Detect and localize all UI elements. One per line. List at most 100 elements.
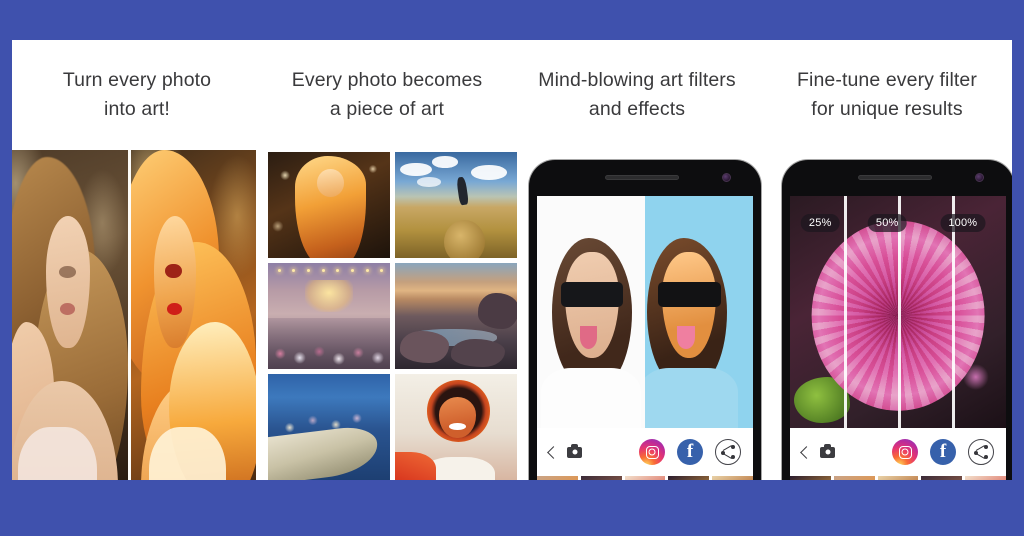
showcase-row: f 25% 50% 100% f <box>12 150 1012 480</box>
filter-thumbnail[interactable] <box>668 476 710 480</box>
phone-screen: f <box>537 196 753 480</box>
string-light <box>321 269 325 273</box>
red-accent <box>395 452 437 480</box>
phone-bezel-top <box>782 160 1012 196</box>
string-light <box>365 269 369 273</box>
filter-thumbnail[interactable] <box>624 476 666 480</box>
share-dot <box>731 445 735 449</box>
front-camera-icon <box>975 173 984 182</box>
string-light <box>336 269 340 273</box>
eye <box>59 266 76 279</box>
caption-3: Mind-blowing art filters and effects <box>538 68 736 120</box>
caption-row: Turn every photo into art! Every photo b… <box>12 40 1012 150</box>
facebook-icon[interactable]: f <box>677 439 703 465</box>
thumbnail-field-jumper <box>395 152 517 258</box>
eye <box>165 263 182 279</box>
filter-thumbnail[interactable] <box>833 476 875 480</box>
before-after-portrait <box>12 150 256 480</box>
filter-thumbnail[interactable] <box>877 476 919 480</box>
face <box>153 216 196 348</box>
facebook-glyph: f <box>686 440 694 462</box>
toolbar-share-group: f <box>639 439 741 465</box>
instagram-glyph <box>898 445 912 459</box>
facebook-glyph: f <box>939 440 947 462</box>
filter-thumbnail[interactable] <box>537 476 578 480</box>
toolbar-left-group <box>800 443 835 459</box>
intensity-badge-100: 100% <box>940 214 986 232</box>
filter-preview-strip[interactable] <box>537 476 753 480</box>
cloud <box>399 162 432 177</box>
filter-thumbnail[interactable] <box>965 476 1006 480</box>
face <box>46 216 90 348</box>
share-icon[interactable] <box>715 439 741 465</box>
instagram-icon[interactable] <box>892 439 918 465</box>
share-dot <box>731 455 735 459</box>
share-dot <box>984 455 988 459</box>
share-dot <box>984 445 988 449</box>
intensity-divider <box>844 196 847 428</box>
string-light <box>277 269 281 273</box>
filter-preview-strip[interactable] <box>790 476 1006 480</box>
phone-toolbar: f <box>790 428 1006 476</box>
facebook-icon[interactable]: f <box>930 439 956 465</box>
instagram-glyph <box>645 445 659 459</box>
caption-2: Every photo becomes a piece of art <box>291 68 483 120</box>
thumbnail-smiling-woman <box>395 374 517 480</box>
camera-icon[interactable] <box>567 443 582 458</box>
tongue <box>677 325 695 350</box>
caption-1: Turn every photo into art! <box>62 68 212 120</box>
content-panel: Turn every photo into art! Every photo b… <box>12 40 1012 480</box>
share-dot <box>974 451 978 455</box>
thumbnail-street-festival <box>268 263 390 369</box>
shirt <box>645 367 738 428</box>
art-thumbnail-grid <box>268 150 517 480</box>
instagram-icon[interactable] <box>639 439 665 465</box>
phone-art-filter-preview: f <box>529 160 761 480</box>
back-chevron-icon[interactable] <box>800 445 813 459</box>
filter-thumbnail[interactable] <box>790 476 831 480</box>
man-sunglasses-split-photo <box>537 196 753 428</box>
lips <box>167 303 182 315</box>
share-icon[interactable] <box>968 439 994 465</box>
cloud <box>470 164 508 180</box>
filter-thumbnail[interactable] <box>921 476 963 480</box>
portrait-filtered-half <box>128 150 256 480</box>
earpiece-speaker-icon <box>858 175 933 180</box>
hay-bale <box>443 219 486 258</box>
intensity-badge-25: 25% <box>800 214 840 232</box>
rock <box>477 292 517 329</box>
jumping-person <box>456 176 469 206</box>
filter-thumbnail[interactable] <box>712 476 753 480</box>
front-camera-icon <box>722 173 731 182</box>
cloud <box>416 177 442 187</box>
photo-original-half <box>537 196 645 428</box>
share-dot <box>721 451 725 455</box>
phone-filter-intensity: 25% 50% 100% f <box>782 160 1012 480</box>
cloud <box>431 156 459 168</box>
thumbnail-rocky-coast <box>395 263 517 369</box>
dahlia-flower-photo: 25% 50% 100% <box>790 196 1006 428</box>
string-light <box>292 269 296 273</box>
phone-screen: 25% 50% 100% f <box>790 196 1006 480</box>
back-chevron-icon[interactable] <box>547 445 560 459</box>
promo-banner: Turn every photo into art! Every photo b… <box>0 0 1024 536</box>
shirt <box>541 367 641 428</box>
mouth <box>448 422 466 431</box>
filter-thumbnail[interactable] <box>580 476 622 480</box>
string-light <box>307 269 311 273</box>
toolbar-left-group <box>547 443 582 459</box>
phone-toolbar: f <box>537 428 753 476</box>
photo-filtered-half <box>645 196 753 428</box>
caption-4: Fine-tune every filter for unique result… <box>797 68 977 120</box>
camera-icon[interactable] <box>820 443 835 458</box>
string-light <box>380 269 384 273</box>
lips <box>60 303 75 315</box>
string-light <box>350 269 354 273</box>
portrait-original-half <box>12 150 128 480</box>
rock <box>399 330 449 363</box>
sunglasses <box>657 281 721 308</box>
phone-bezel-top <box>529 160 761 196</box>
intensity-badge-50: 50% <box>867 214 907 232</box>
thumbnail-blonde-portrait <box>268 152 390 258</box>
thumbnail-boat-people <box>268 374 390 480</box>
